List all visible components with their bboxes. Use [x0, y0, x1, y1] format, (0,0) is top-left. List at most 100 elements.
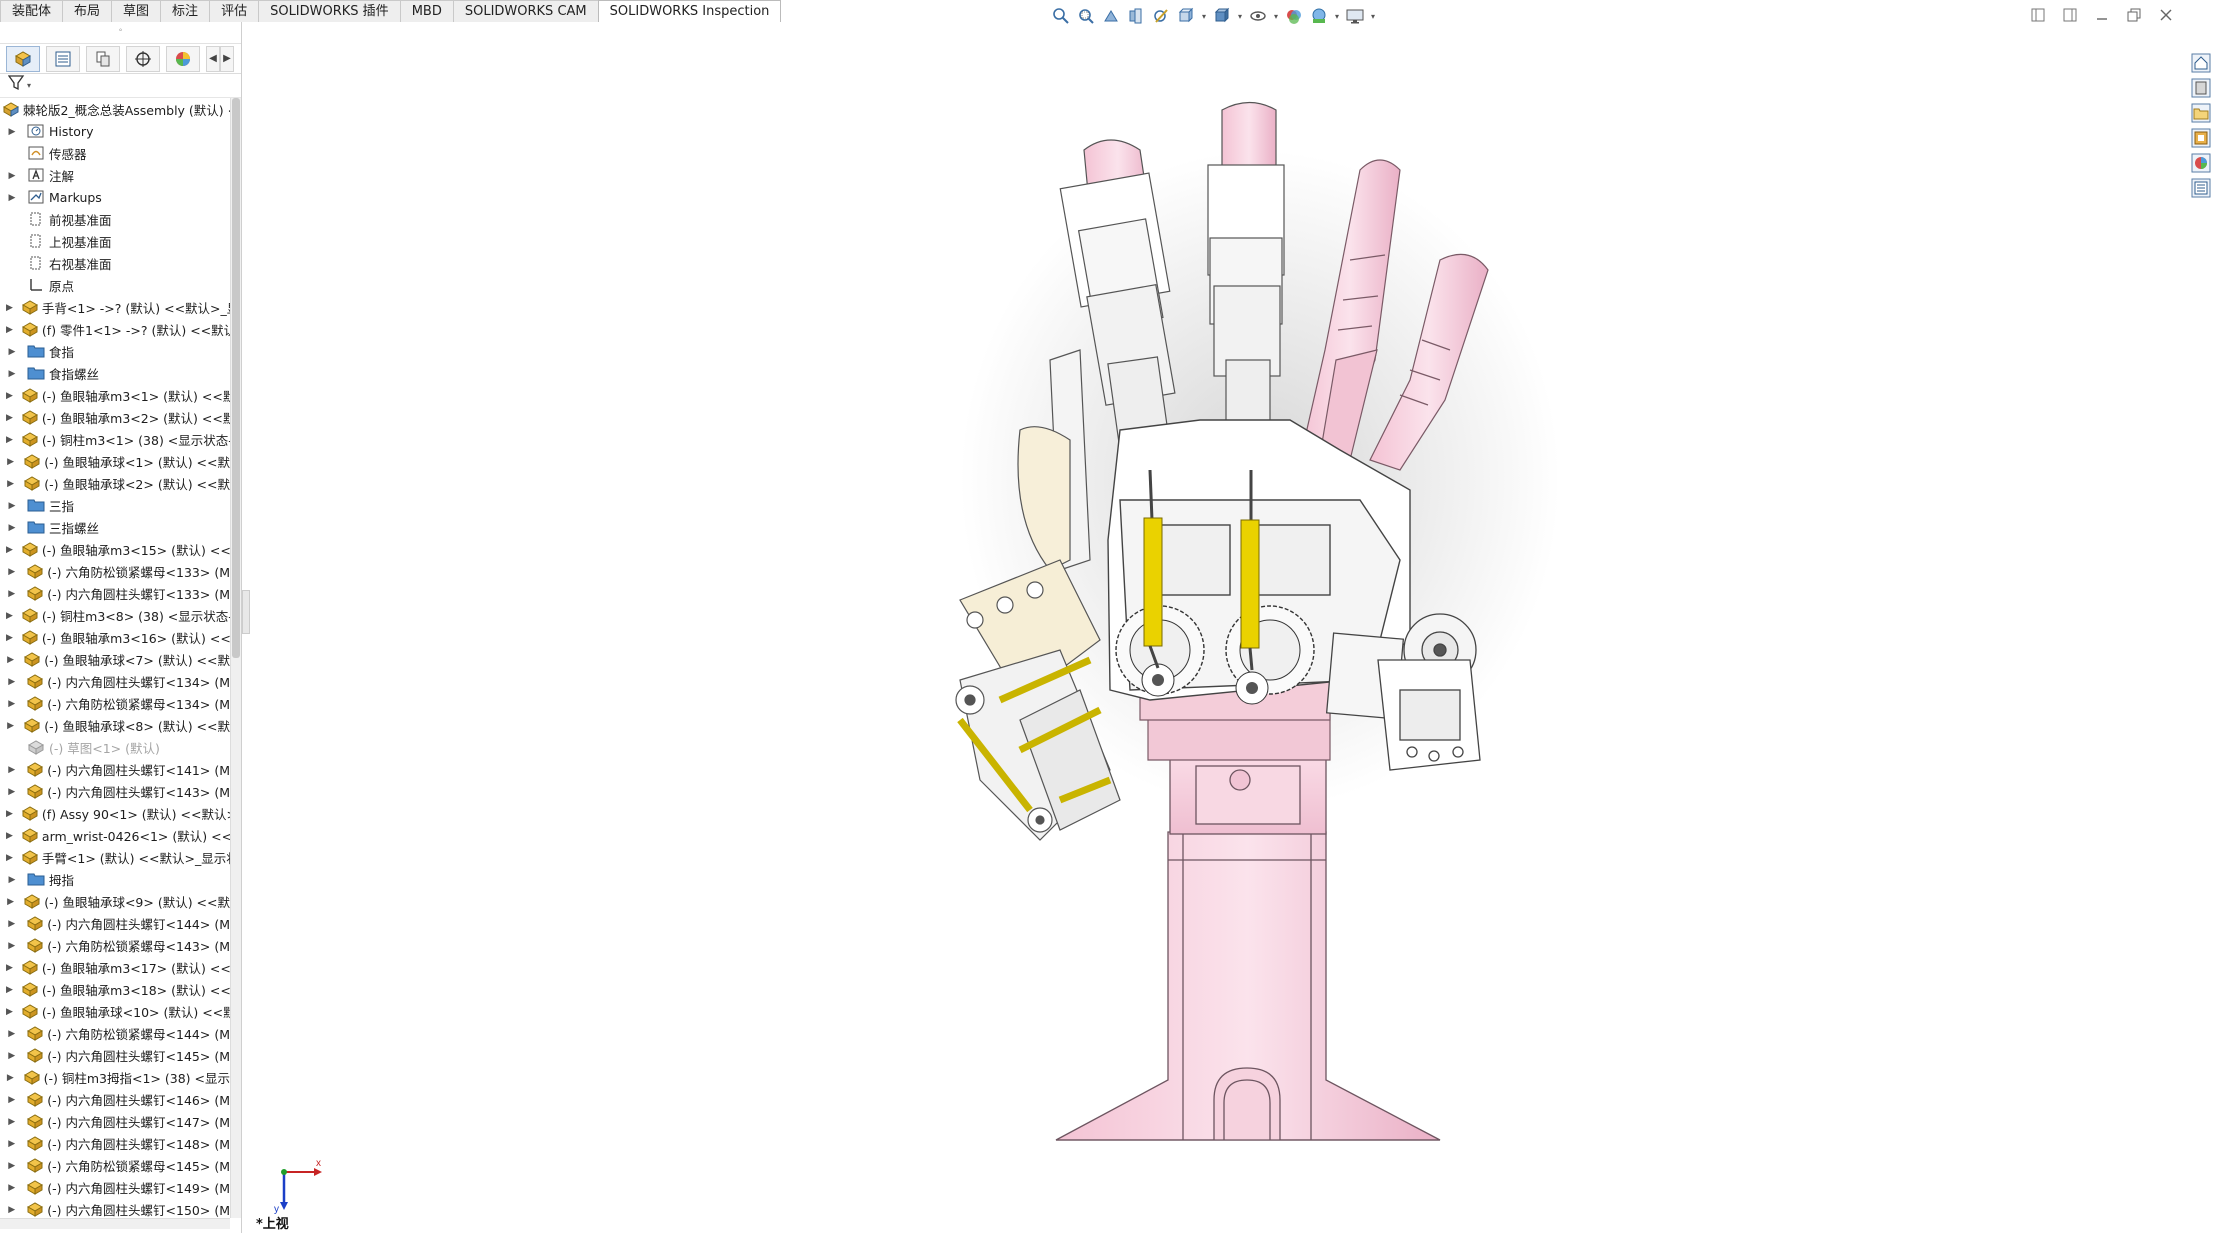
expand-arrow-icon[interactable]: ▶	[6, 720, 15, 731]
appearances-icon[interactable]	[2189, 152, 2213, 174]
tree-item[interactable]: ▶ (-) 鱼眼轴承m3<17> (默认) <<	[0, 956, 230, 978]
expand-arrow-icon[interactable]: ▶	[6, 610, 13, 621]
expand-arrow-icon[interactable]: ▶	[6, 852, 13, 863]
chevron-down-icon[interactable]: ▾	[1369, 12, 1377, 21]
expand-arrow-icon[interactable]: ▶	[6, 654, 15, 665]
tab-2[interactable]: 布局	[62, 0, 113, 22]
tree-item[interactable]: ▶ 手臂<1> (默认) <<默认>_显示状	[0, 846, 230, 868]
expand-arrow-icon[interactable]: ▶	[6, 1204, 17, 1215]
chevron-right-icon[interactable]: ▶	[220, 45, 234, 72]
tree-item[interactable]: ▶ Markups	[0, 186, 230, 208]
expand-arrow-icon[interactable]: ▶	[6, 940, 17, 951]
tree-item[interactable]: ▶ (-) 内六角圆柱头螺钉<146> (M	[0, 1088, 230, 1110]
tree-item[interactable]: ▶ (-) 鱼眼轴承m3<15> (默认) <<	[0, 538, 230, 560]
tree-filter[interactable]: ▾	[0, 74, 241, 98]
chevron-down-icon[interactable]: ▾	[27, 81, 31, 90]
panel-splitter[interactable]	[242, 590, 250, 634]
tree-item[interactable]: ▶ (-) 六角防松锁紧螺母<134> (M	[0, 692, 230, 714]
expand-arrow-icon[interactable]: ▶	[6, 830, 13, 841]
expand-arrow-icon[interactable]: ▶	[6, 632, 13, 643]
tree-vertical-scrollbar[interactable]	[230, 98, 241, 1218]
zoom-to-fit-icon[interactable]	[1050, 5, 1072, 27]
expand-arrow-icon[interactable]: ▶	[6, 984, 13, 995]
hide-show-items-icon[interactable]	[1247, 5, 1269, 27]
tree-item[interactable]: 传感器	[0, 142, 230, 164]
tree-item[interactable]: ▶ (-) 鱼眼轴承m3<1> (默认) <<默	[0, 384, 230, 406]
expand-arrow-icon[interactable]: ▶	[6, 500, 18, 511]
close-icon[interactable]	[2157, 6, 2175, 24]
feature-tree-tab-icon[interactable]	[6, 45, 40, 72]
robotic-hand-model[interactable]	[250, 30, 2180, 1230]
expand-arrow-icon[interactable]: ▶	[6, 1138, 17, 1149]
expand-arrow-icon[interactable]: ▶	[6, 918, 17, 929]
custom-properties-icon[interactable]	[2189, 177, 2213, 199]
tab-6[interactable]: SOLIDWORKS 插件	[258, 0, 401, 22]
configuration-manager-tab-icon[interactable]	[86, 45, 120, 72]
design-library-icon[interactable]	[2189, 77, 2213, 99]
tree-item[interactable]: ▶ (-) 内六角圆柱头螺钉<133> (M	[0, 582, 230, 604]
expand-arrow-icon[interactable]: ▶	[6, 676, 17, 687]
tree-item[interactable]: (-) 草图<1> (默认)	[0, 736, 230, 758]
tree-item[interactable]: ▶ (-) 鱼眼轴承球<9> (默认) <<默	[0, 890, 230, 912]
panel-right-icon[interactable]	[2061, 6, 2079, 24]
zoom-to-area-icon[interactable]	[1075, 5, 1097, 27]
tree-item[interactable]: ▶ (-) 内六角圆柱头螺钉<147> (M	[0, 1110, 230, 1132]
graphics-area[interactable]	[250, 30, 2180, 1230]
tree-item[interactable]: ▶ (-) 内六角圆柱头螺钉<149> (M	[0, 1176, 230, 1198]
expand-arrow-icon[interactable]: ▶	[6, 126, 18, 137]
dynamic-annotation-icon[interactable]	[1150, 5, 1172, 27]
expand-arrow-icon[interactable]: ▶	[6, 1072, 15, 1083]
expand-arrow-icon[interactable]: ▶	[6, 1006, 13, 1017]
tree-root-assembly[interactable]: 棘轮版2_概念总装Assembly (默认) <	[0, 98, 230, 120]
expand-arrow-icon[interactable]: ▶	[6, 808, 13, 819]
tree-item[interactable]: ▶ (-) 六角防松锁紧螺母<133> (M	[0, 560, 230, 582]
tree-item[interactable]: ▶ (-) 内六角圆柱头螺钉<144> (M	[0, 912, 230, 934]
display-style-icon[interactable]	[1211, 5, 1233, 27]
tree-item[interactable]: ▶ (f) Assy 90<1> (默认) <<默认>	[0, 802, 230, 824]
tree-item[interactable]: ▶ (-) 内六角圆柱头螺钉<148> (M	[0, 1132, 230, 1154]
display-manager-tab-icon[interactable]	[166, 45, 200, 72]
minimize-icon[interactable]	[2093, 6, 2111, 24]
tree-item[interactable]: ▶ (-) 鱼眼轴承球<1> (默认) <<默	[0, 450, 230, 472]
chevron-down-icon[interactable]: ▾	[1200, 12, 1208, 21]
tree-item[interactable]: ▶ (-) 铜柱m3<8> (38) <显示状态-	[0, 604, 230, 626]
expand-arrow-icon[interactable]: ▶	[6, 896, 15, 907]
previous-view-icon[interactable]	[1100, 5, 1122, 27]
expand-arrow-icon[interactable]: ▶	[6, 324, 13, 335]
tab-8[interactable]: SOLIDWORKS CAM	[452, 0, 599, 22]
expand-arrow-icon[interactable]: ▶	[6, 786, 17, 797]
expand-arrow-icon[interactable]: ▶	[6, 566, 17, 577]
tab-9[interactable]: SOLIDWORKS Inspection	[597, 0, 782, 22]
tree-item[interactable]: ▶ 注解	[0, 164, 230, 186]
tab-3[interactable]: 草图	[111, 0, 162, 22]
arm-stand[interactable]	[1055, 755, 1441, 1141]
expand-arrow-icon[interactable]: ▶	[6, 588, 17, 599]
view-settings-icon[interactable]	[1344, 5, 1366, 27]
expand-arrow-icon[interactable]: ▶	[6, 522, 18, 533]
edit-appearance-icon[interactable]	[1283, 5, 1305, 27]
tree-item[interactable]: ▶ (-) 鱼眼轴承球<8> (默认) <<默	[0, 714, 230, 736]
tree-item[interactable]: 右视基准面	[0, 252, 230, 274]
tree-item[interactable]: ▶ History	[0, 120, 230, 142]
apply-scene-icon[interactable]	[1308, 5, 1330, 27]
restore-icon[interactable]	[2125, 6, 2143, 24]
filter-icon[interactable]	[7, 75, 26, 96]
tree-item[interactable]: ▶ (-) 内六角圆柱头螺钉<145> (M	[0, 1044, 230, 1066]
tree-item[interactable]: ▶ (-) 鱼眼轴承m3<16> (默认) <<	[0, 626, 230, 648]
expand-arrow-icon[interactable]: ▶	[6, 962, 13, 973]
expand-arrow-icon[interactable]: ▶	[6, 302, 13, 313]
tree-item[interactable]: 前视基准面	[0, 208, 230, 230]
tree-item[interactable]: ▶ 食指螺丝	[0, 362, 230, 384]
tree-item[interactable]: ▶ (-) 六角防松锁紧螺母<145> (M	[0, 1154, 230, 1176]
tree-item[interactable]: ▶ (-) 内六角圆柱头螺钉<143> (M	[0, 780, 230, 802]
tree-item[interactable]: ▶ (-) 内六角圆柱头螺钉<141> (M	[0, 758, 230, 780]
tab-4[interactable]: 标注	[160, 0, 211, 22]
panel-left-icon[interactable]	[2029, 6, 2047, 24]
tree-item[interactable]: ▶ (-) 铜柱m3<1> (38) <显示状态-	[0, 428, 230, 450]
chevron-down-icon[interactable]: ▾	[1272, 12, 1280, 21]
expand-arrow-icon[interactable]: ▶	[6, 456, 15, 467]
tree-item[interactable]: ▶ 三指	[0, 494, 230, 516]
dimxpert-manager-tab-icon[interactable]	[126, 45, 160, 72]
tree-item[interactable]: ▶ (-) 六角防松锁紧螺母<144> (M	[0, 1022, 230, 1044]
panel-grip[interactable]: ◦	[0, 22, 241, 44]
